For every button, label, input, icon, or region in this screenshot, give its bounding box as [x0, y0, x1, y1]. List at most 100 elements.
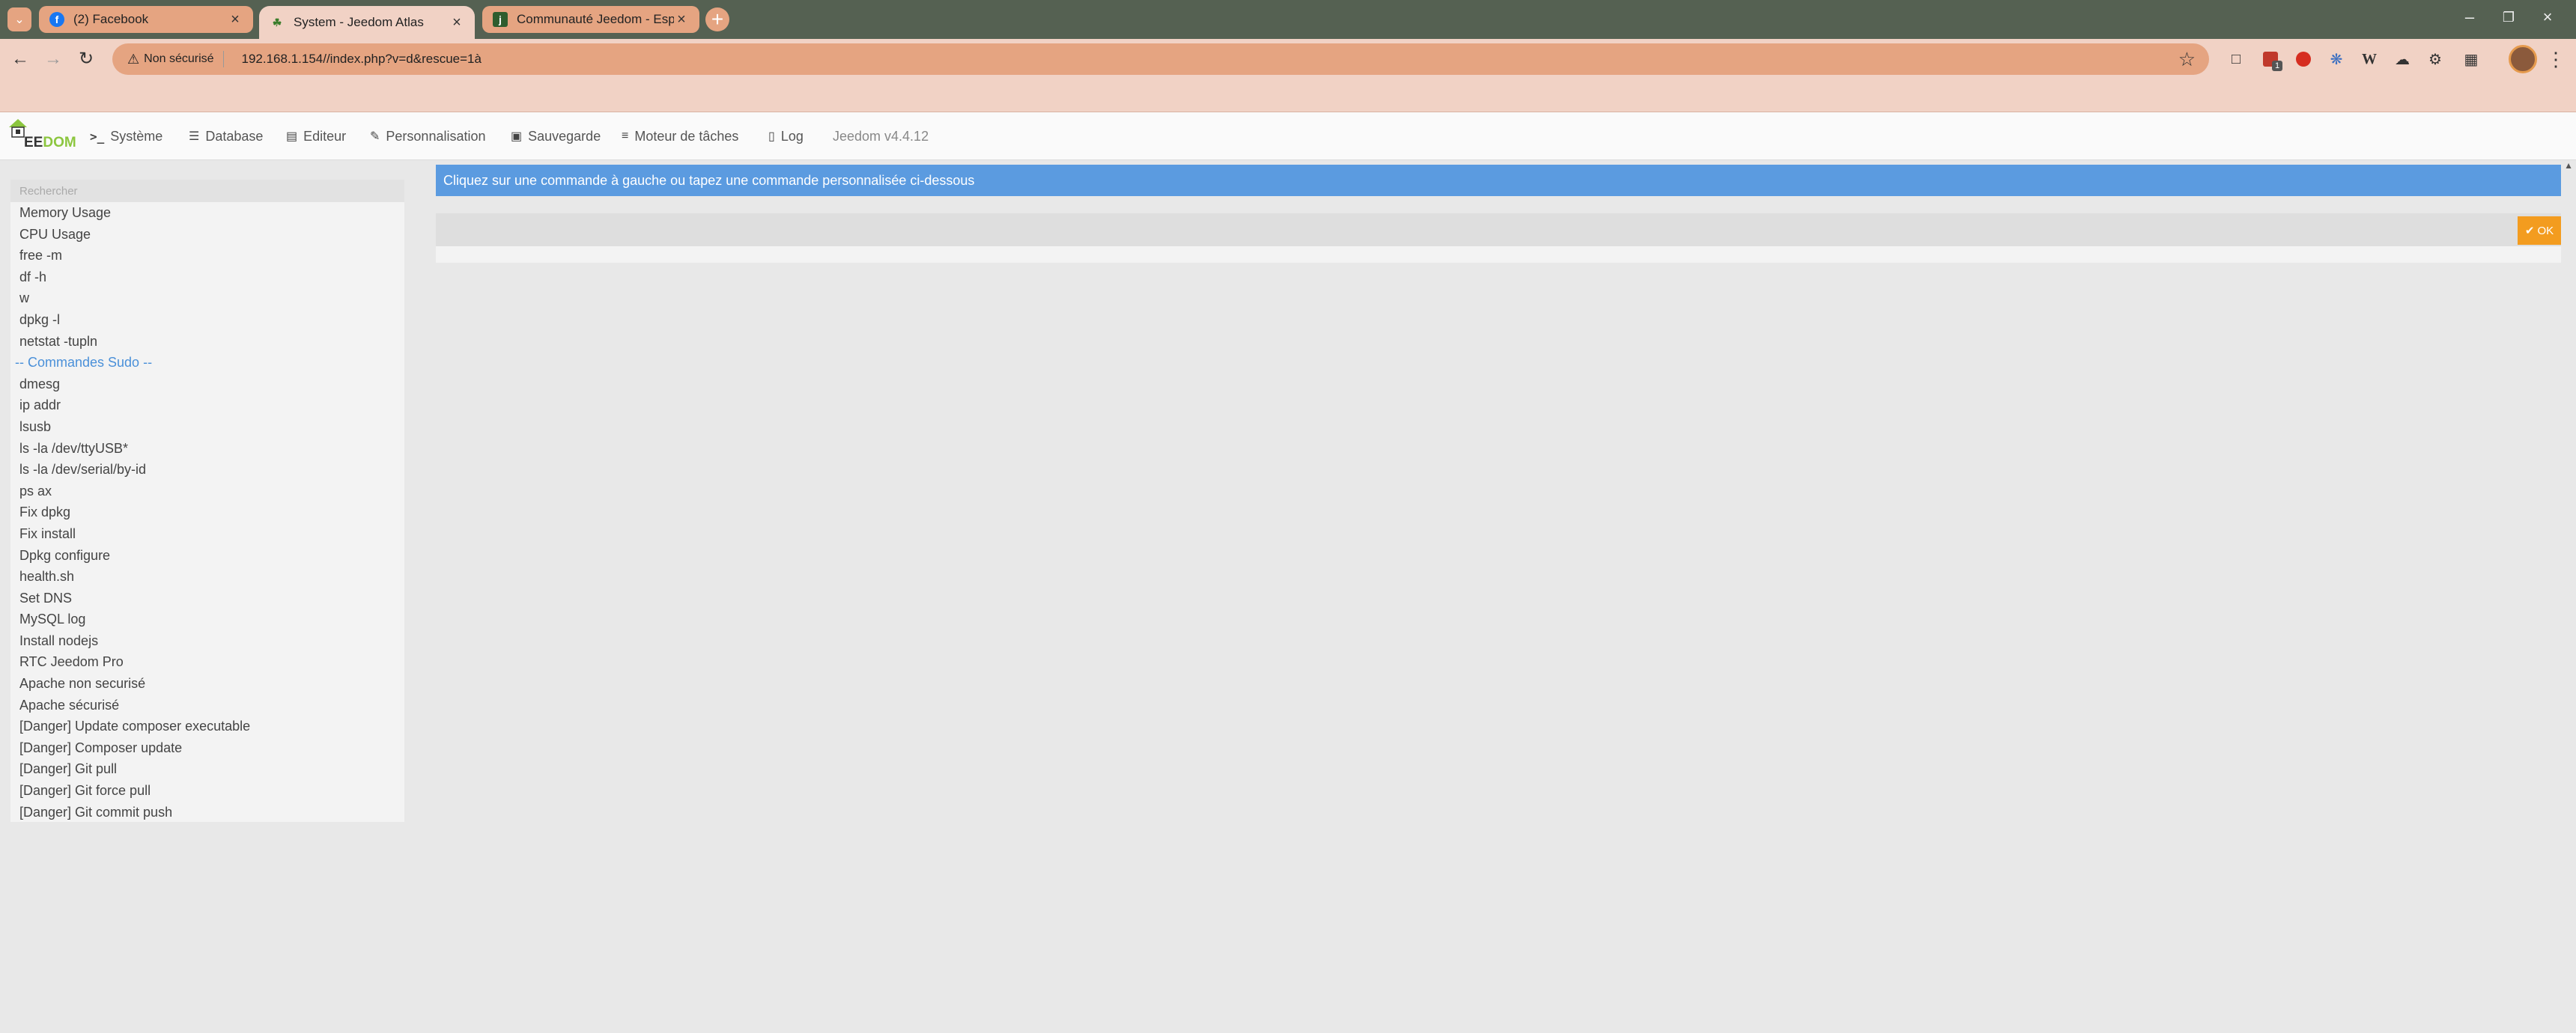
instruction-banner: Cliquez sur une commande à gauche ou tap…: [436, 165, 2561, 196]
command-item[interactable]: dpkg -l: [10, 309, 404, 331]
command-item[interactable]: Memory Usage: [10, 202, 404, 224]
jeedom-icon: ☘: [272, 16, 282, 28]
close-icon[interactable]: ×: [674, 11, 689, 28]
chevron-down-icon: ⌄: [14, 13, 25, 26]
command-item[interactable]: [Danger] Update composer executable: [10, 716, 404, 737]
jeedom-version: Jeedom v4.4.12: [833, 128, 929, 144]
jeedom-logo[interactable]: EEDOM: [7, 117, 76, 154]
command-item[interactable]: CPU Usage: [10, 224, 404, 246]
divider: [222, 51, 224, 67]
terminal-icon: >_: [90, 129, 105, 144]
command-item[interactable]: Fix install: [10, 523, 404, 545]
command-item[interactable]: MySQL log: [10, 609, 404, 630]
extensions-puzzle-icon[interactable]: ▦: [2461, 49, 2482, 70]
tab-title: (2) Facebook: [73, 12, 149, 26]
command-item[interactable]: [Danger] Composer update: [10, 737, 404, 759]
logo-text: EEDOM: [24, 135, 76, 150]
file-icon: ▯: [768, 130, 775, 143]
command-item[interactable]: RTC Jeedom Pro: [10, 651, 404, 673]
puzzle-blue-extension-icon[interactable]: ❋: [2326, 49, 2347, 70]
command-item[interactable]: Fix dpkg: [10, 502, 404, 523]
tab-title: Communauté Jeedom - Espace: [517, 12, 674, 26]
security-label: Non sécurisé: [144, 52, 214, 65]
ok-button[interactable]: ✔ OK: [2518, 216, 2561, 245]
nav-moteur-de-taches[interactable]: ≡ Moteur de tâches: [622, 112, 738, 160]
command-item[interactable]: netstat -tupln: [10, 331, 404, 353]
cloud-extension-icon[interactable]: ☁: [2392, 49, 2413, 70]
command-item[interactable]: Apache sécurisé: [10, 695, 404, 716]
info-bar: [0, 79, 2576, 112]
command-item[interactable]: [Danger] Git pull: [10, 758, 404, 780]
new-tab-button[interactable]: +: [705, 7, 729, 31]
custom-command-row: ✔ OK: [436, 213, 2561, 246]
reading-list-icon[interactable]: □: [2226, 49, 2247, 70]
forward-button[interactable]: →: [42, 48, 64, 70]
close-icon[interactable]: ×: [228, 11, 243, 28]
restore-button[interactable]: ❐: [2494, 6, 2524, 28]
profile-avatar[interactable]: [2509, 45, 2537, 73]
browser-toolbar: ← → ↻ ⚠ Non sécurisé 192.168.1.154//inde…: [0, 39, 2576, 79]
wikipedia-extension-icon[interactable]: W: [2359, 49, 2380, 70]
calendar-extension-icon[interactable]: 1: [2260, 49, 2282, 71]
command-list: Memory Usage CPU Usage free -m df -h w dpkg -…: [10, 202, 404, 823]
editor-icon: ▤: [286, 130, 298, 143]
command-item[interactable]: ls -la /dev/serial/by-id: [10, 459, 404, 481]
command-sidebar: Memory UsageCPU Usagefree -mdf -hwdpkg -…: [10, 180, 404, 822]
check-icon: ✔: [2524, 225, 2535, 237]
nav-editeur[interactable]: ▤ Editeur: [286, 112, 346, 160]
command-item[interactable]: df -h: [10, 266, 404, 288]
facebook-icon: f: [49, 12, 64, 27]
browser-tab-bar: ⌄ f (2) Facebook × ☘ System - Jeedom Atl…: [0, 0, 2576, 39]
browser-tab-community[interactable]: j Communauté Jeedom - Espace ×: [482, 6, 699, 33]
command-item[interactable]: free -m: [10, 245, 404, 266]
command-item[interactable]: Set DNS: [10, 588, 404, 609]
community-icon: j: [493, 12, 508, 27]
back-button[interactable]: ←: [9, 48, 31, 70]
address-bar[interactable]: ⚠ Non sécurisé 192.168.1.154//index.php?…: [112, 43, 2209, 75]
nav-sauvegarde[interactable]: ▣ Sauvegarde: [511, 112, 601, 160]
tab-search-button[interactable]: ⌄: [7, 7, 31, 31]
close-window-button[interactable]: ×: [2533, 6, 2563, 28]
command-item[interactable]: [Danger] Git commit push: [10, 802, 404, 823]
bookmark-star-icon[interactable]: ☆: [2178, 48, 2196, 71]
command-item[interactable]: ls -la /dev/ttyUSB*: [10, 438, 404, 460]
extension-badge: 1: [2272, 61, 2282, 71]
browser-tab-system[interactable]: ☘ System - Jeedom Atlas ×: [259, 6, 475, 39]
command-item[interactable]: Install nodejs: [10, 630, 404, 652]
command-group-separator: -- Commandes Sudo --: [15, 355, 153, 371]
command-item[interactable]: ps ax: [10, 481, 404, 502]
scroll-up-arrow-icon[interactable]: ▲: [2564, 160, 2573, 171]
robot-extension-icon[interactable]: ⚙: [2425, 49, 2446, 70]
save-icon: ▣: [511, 130, 523, 143]
custom-command-input[interactable]: [436, 213, 2516, 246]
command-item[interactable]: Dpkg configure: [10, 545, 404, 567]
nav-personnalisation[interactable]: ✎ Personnalisation: [370, 112, 486, 160]
nav-systeme[interactable]: >_ Système: [90, 112, 162, 160]
url-text[interactable]: 192.168.1.154//index.php?v=d&rescue=1à: [242, 52, 482, 67]
command-item[interactable]: dmesg: [10, 374, 404, 395]
command-item[interactable]: [Danger] Git force pull: [10, 780, 404, 802]
reload-button[interactable]: ↻: [75, 48, 97, 70]
tab-title: System - Jeedom Atlas: [294, 15, 424, 29]
adblock-extension-icon[interactable]: [2293, 49, 2314, 70]
list-icon: ≡: [622, 129, 629, 142]
warning-icon: ⚠: [127, 51, 140, 67]
command-output: [436, 246, 2561, 263]
command-item[interactable]: w: [10, 287, 404, 309]
nav-database[interactable]: ☰ Database: [189, 112, 263, 160]
close-icon[interactable]: ×: [449, 14, 464, 31]
search-input[interactable]: [10, 180, 404, 202]
command-item[interactable]: health.sh: [10, 566, 404, 588]
database-icon: ☰: [189, 130, 200, 143]
security-chip[interactable]: ⚠ Non sécurisé: [120, 47, 231, 71]
browser-tab-facebook[interactable]: f (2) Facebook ×: [39, 6, 253, 33]
command-item[interactable]: Apache non securisé: [10, 673, 404, 695]
jeedom-navbar: EEDOM >_ Système ☰ Database ▤ Editeur ✎ …: [0, 112, 2576, 160]
command-item[interactable]: lsusb: [10, 416, 404, 438]
plus-icon: +: [711, 7, 724, 31]
minimize-button[interactable]: –: [2455, 6, 2485, 28]
edit-icon: ✎: [370, 130, 380, 143]
more-menu-icon[interactable]: ⋮: [2546, 48, 2566, 71]
command-item[interactable]: ip addr: [10, 394, 404, 416]
nav-log[interactable]: ▯ Log: [768, 112, 804, 160]
